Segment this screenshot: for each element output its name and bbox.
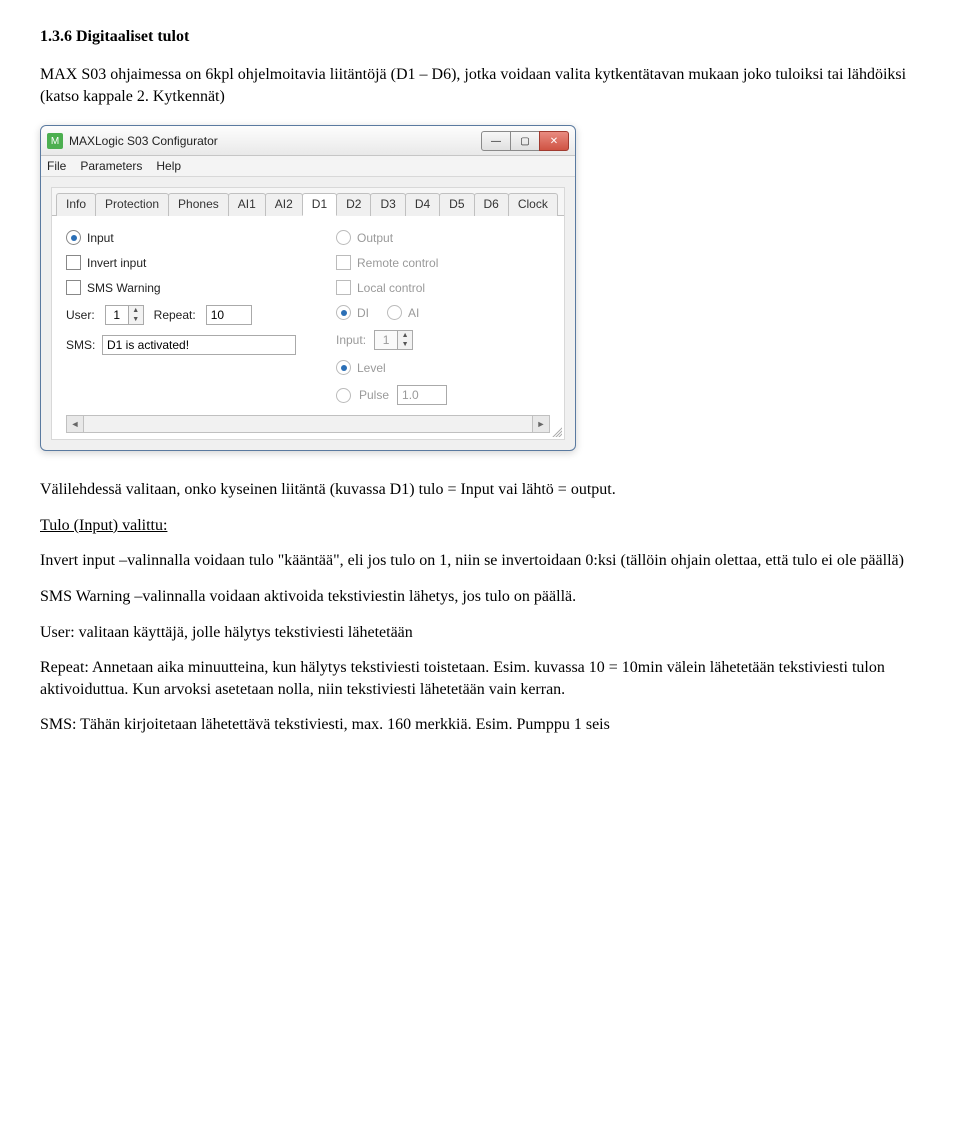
remote-control-checkbox [336,255,351,270]
tab-ai1[interactable]: AI1 [228,193,266,216]
input-index-spinner: ▲▼ [374,330,413,350]
app-window: M MAXLogic S03 Configurator — ▢ ✕ File P… [40,125,576,451]
scroll-track[interactable] [84,416,532,432]
section-heading: 1.3.6 Digitaaliset tulot [40,28,920,46]
right-column: Output Remote control Local control DI [336,230,546,405]
pulse-row: Pulse 1.0 [336,385,546,405]
tab-d5[interactable]: D5 [439,193,474,216]
tab-ai2[interactable]: AI2 [265,193,303,216]
paragraph-invert: Invert input –valinnalla voidaan tulo "k… [40,550,920,572]
menubar: File Parameters Help [41,156,575,177]
input-index-label: Input: [336,333,366,347]
user-spinner-arrows[interactable]: ▲▼ [128,305,144,325]
scroll-right-arrow-icon[interactable]: ► [532,416,549,432]
level-label: Level [357,361,386,375]
user-label: User: [66,308,95,322]
sms-warning-checkbox[interactable] [66,280,81,295]
tab-phones[interactable]: Phones [168,193,229,216]
tabstrip: Info Protection Phones AI1 AI2 D1 D2 D3 … [52,188,564,216]
horizontal-scrollbar[interactable]: ◄ ► [66,415,550,433]
app-icon: M [47,133,63,149]
chevron-down-icon[interactable]: ▼ [129,315,143,324]
input-index-value [374,330,397,350]
tab-body-d1: Input Invert input SMS Warning User: ▲▼ [52,216,564,411]
invert-input-row[interactable]: Invert input [66,255,296,270]
tab-clock[interactable]: Clock [508,193,558,216]
output-radio-label: Output [357,231,393,245]
paragraph-user: User: valitaan käyttäjä, jolle hälytys t… [40,622,920,644]
tab-protection[interactable]: Protection [95,193,169,216]
invert-input-checkbox[interactable] [66,255,81,270]
local-control-row: Local control [336,280,546,295]
repeat-label: Repeat: [154,308,196,322]
repeat-input[interactable] [206,305,252,325]
tab-d4[interactable]: D4 [405,193,440,216]
di-radio [336,305,351,320]
invert-input-label: Invert input [87,256,146,270]
di-ai-row: DI AI [336,305,546,320]
sms-label: SMS: [66,338,94,352]
ai-radio [387,305,402,320]
pulse-value: 1.0 [397,385,447,405]
tab-d3[interactable]: D3 [370,193,405,216]
level-row: Level [336,360,546,375]
user-spinner[interactable]: ▲▼ [105,305,144,325]
remote-control-label: Remote control [357,256,438,270]
intro-paragraph: MAX S03 ohjaimessa on 6kpl ohjelmoitavia… [40,64,920,107]
sms-warning-row[interactable]: SMS Warning [66,280,296,295]
minimize-button[interactable]: — [481,131,511,151]
resize-grip-icon[interactable] [550,425,562,437]
chevron-up-icon: ▲ [398,331,412,340]
pulse-radio [336,388,351,403]
di-label: DI [357,306,369,320]
ai-label: AI [408,306,419,320]
di-radio-row: DI [336,305,369,320]
user-value[interactable] [105,305,128,325]
paragraph-sms: SMS: Tähän kirjoitetaan lähetettävä teks… [40,714,920,736]
input-index-arrows: ▲▼ [397,330,413,350]
after-image-paragraph: Välilehdessä valitaan, onko kyseinen lii… [40,479,920,501]
input-index-row: Input: ▲▼ [336,330,546,350]
menu-file[interactable]: File [47,159,66,173]
titlebar: M MAXLogic S03 Configurator — ▢ ✕ [41,126,575,156]
tab-d2[interactable]: D2 [336,193,371,216]
paragraph-repeat: Repeat: Annetaan aika minuutteina, kun h… [40,657,920,700]
client-area: Info Protection Phones AI1 AI2 D1 D2 D3 … [51,187,565,440]
local-control-checkbox [336,280,351,295]
chevron-down-icon: ▼ [398,340,412,349]
ai-radio-row: AI [387,305,419,320]
close-button[interactable]: ✕ [539,131,569,151]
menu-help[interactable]: Help [156,159,181,173]
sms-row: SMS: [66,335,296,355]
sms-input[interactable] [102,335,296,355]
window-title: MAXLogic S03 Configurator [69,134,482,148]
level-radio [336,360,351,375]
remote-control-row: Remote control [336,255,546,270]
user-repeat-row: User: ▲▼ Repeat: [66,305,296,325]
left-column: Input Invert input SMS Warning User: ▲▼ [66,230,296,405]
pulse-label: Pulse [359,388,389,402]
input-radio[interactable] [66,230,81,245]
input-radio-row[interactable]: Input [66,230,296,245]
tab-d6[interactable]: D6 [474,193,509,216]
tab-info[interactable]: Info [56,193,96,216]
window-controls: — ▢ ✕ [482,131,569,151]
menu-parameters[interactable]: Parameters [80,159,142,173]
sms-warning-label: SMS Warning [87,281,161,295]
subheading-input-selected: Tulo (Input) valittu: [40,515,920,537]
output-radio-row[interactable]: Output [336,230,546,245]
tab-d1[interactable]: D1 [302,193,337,216]
scroll-left-arrow-icon[interactable]: ◄ [67,416,84,432]
chevron-up-icon[interactable]: ▲ [129,306,143,315]
local-control-label: Local control [357,281,425,295]
paragraph-smswarning: SMS Warning –valinnalla voidaan aktivoid… [40,586,920,608]
output-radio[interactable] [336,230,351,245]
input-radio-label: Input [87,231,114,245]
maximize-button[interactable]: ▢ [510,131,540,151]
